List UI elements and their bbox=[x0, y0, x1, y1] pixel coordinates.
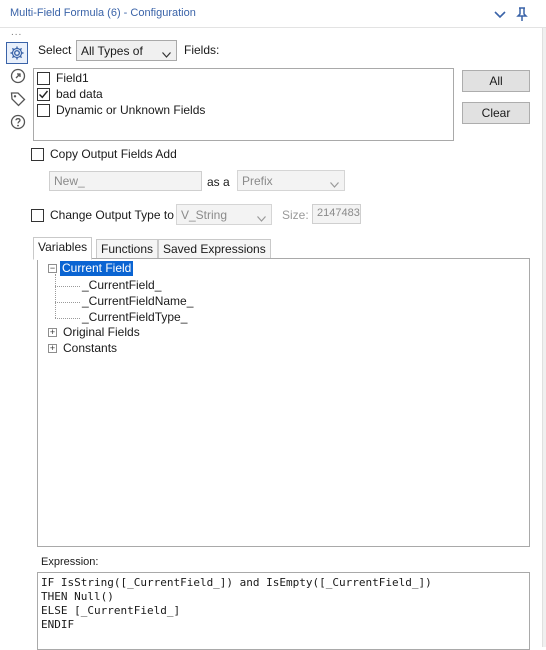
field-checkbox[interactable] bbox=[37, 71, 50, 85]
field-label: Field1 bbox=[56, 71, 89, 85]
tab-saved-expressions[interactable]: Saved Expressions bbox=[158, 239, 271, 259]
field-type-value: All Types of bbox=[81, 44, 143, 58]
tree-node-current-field[interactable]: Current Field bbox=[60, 261, 134, 276]
tree-node-constants[interactable]: Constants bbox=[63, 341, 117, 356]
as-a-label: as a bbox=[207, 175, 230, 189]
tree-guide bbox=[55, 302, 80, 303]
all-button[interactable]: All bbox=[462, 70, 530, 92]
copy-output-label: Copy Output Fields Add bbox=[50, 147, 177, 161]
pin-icon[interactable] bbox=[514, 6, 530, 22]
tab-functions[interactable]: Functions bbox=[96, 239, 159, 259]
expression-editor[interactable]: IF IsString([_CurrentField_]) and IsEmpt… bbox=[37, 572, 530, 650]
expand-icon[interactable]: + bbox=[48, 328, 57, 337]
check-icon bbox=[39, 90, 49, 98]
select-label: Select bbox=[38, 43, 72, 57]
change-type-label: Change Output Type to bbox=[50, 208, 174, 222]
help-icon[interactable] bbox=[9, 113, 27, 131]
field-checkbox[interactable] bbox=[37, 87, 50, 101]
gear-icon[interactable] bbox=[6, 42, 28, 64]
change-type-checkbox[interactable] bbox=[31, 208, 44, 222]
arrow-circle-icon[interactable] bbox=[9, 67, 27, 85]
fields-list: Field1 bad data Dynamic or Unknown Field… bbox=[33, 68, 454, 141]
fields-label: Fields: bbox=[184, 43, 220, 57]
tree-node-current-field-var[interactable]: _CurrentField_ bbox=[82, 278, 161, 293]
variables-tree: − Current Field _CurrentField_ _CurrentF… bbox=[37, 258, 530, 547]
chevron-down-icon[interactable] bbox=[492, 6, 508, 22]
clear-button[interactable]: Clear bbox=[462, 102, 530, 124]
window-title: Multi-Field Formula (6) - Configuration bbox=[10, 7, 196, 19]
list-item[interactable]: Dynamic or Unknown Fields bbox=[37, 102, 205, 118]
output-type-value: V_String bbox=[181, 208, 228, 222]
output-type-dropdown[interactable]: V_String bbox=[176, 204, 272, 225]
affix-input[interactable]: New_ bbox=[49, 171, 202, 191]
collapse-icon[interactable]: − bbox=[48, 264, 57, 273]
tree-node-current-field-type[interactable]: _CurrentFieldType_ bbox=[82, 310, 187, 325]
tree-guide bbox=[55, 286, 80, 287]
field-label: Dynamic or Unknown Fields bbox=[56, 103, 206, 117]
list-item[interactable]: Field1 bbox=[37, 70, 89, 86]
field-label: bad data bbox=[56, 87, 103, 101]
position-value: Prefix bbox=[242, 174, 273, 188]
tab-variables[interactable]: Variables bbox=[33, 237, 93, 260]
tree-node-original-fields[interactable]: Original Fields bbox=[63, 325, 140, 340]
size-label: Size: bbox=[282, 208, 309, 222]
chevron-down-icon bbox=[162, 47, 171, 61]
scrollbar[interactable] bbox=[542, 28, 546, 647]
chevron-down-icon bbox=[330, 177, 339, 191]
chevron-down-icon bbox=[257, 211, 266, 225]
change-type-row[interactable]: Change Output Type to bbox=[31, 207, 174, 223]
list-item[interactable]: bad data bbox=[37, 86, 103, 102]
copy-output-row[interactable]: Copy Output Fields Add bbox=[31, 146, 177, 162]
position-dropdown[interactable]: Prefix bbox=[237, 170, 345, 191]
tree-guide bbox=[55, 318, 80, 319]
tree-guide bbox=[55, 274, 56, 318]
expression-label: Expression: bbox=[41, 556, 99, 568]
field-checkbox[interactable] bbox=[37, 103, 50, 117]
field-type-dropdown[interactable]: All Types of bbox=[76, 40, 177, 61]
title-bar: Multi-Field Formula (6) - Configuration bbox=[0, 0, 546, 28]
size-input[interactable]: 2147483 bbox=[312, 204, 361, 224]
tree-node-current-field-name[interactable]: _CurrentFieldName_ bbox=[82, 294, 193, 309]
tag-icon[interactable] bbox=[9, 90, 27, 108]
more-dots: ... bbox=[11, 27, 23, 38]
expand-icon[interactable]: + bbox=[48, 344, 57, 353]
copy-output-checkbox[interactable] bbox=[31, 147, 44, 161]
